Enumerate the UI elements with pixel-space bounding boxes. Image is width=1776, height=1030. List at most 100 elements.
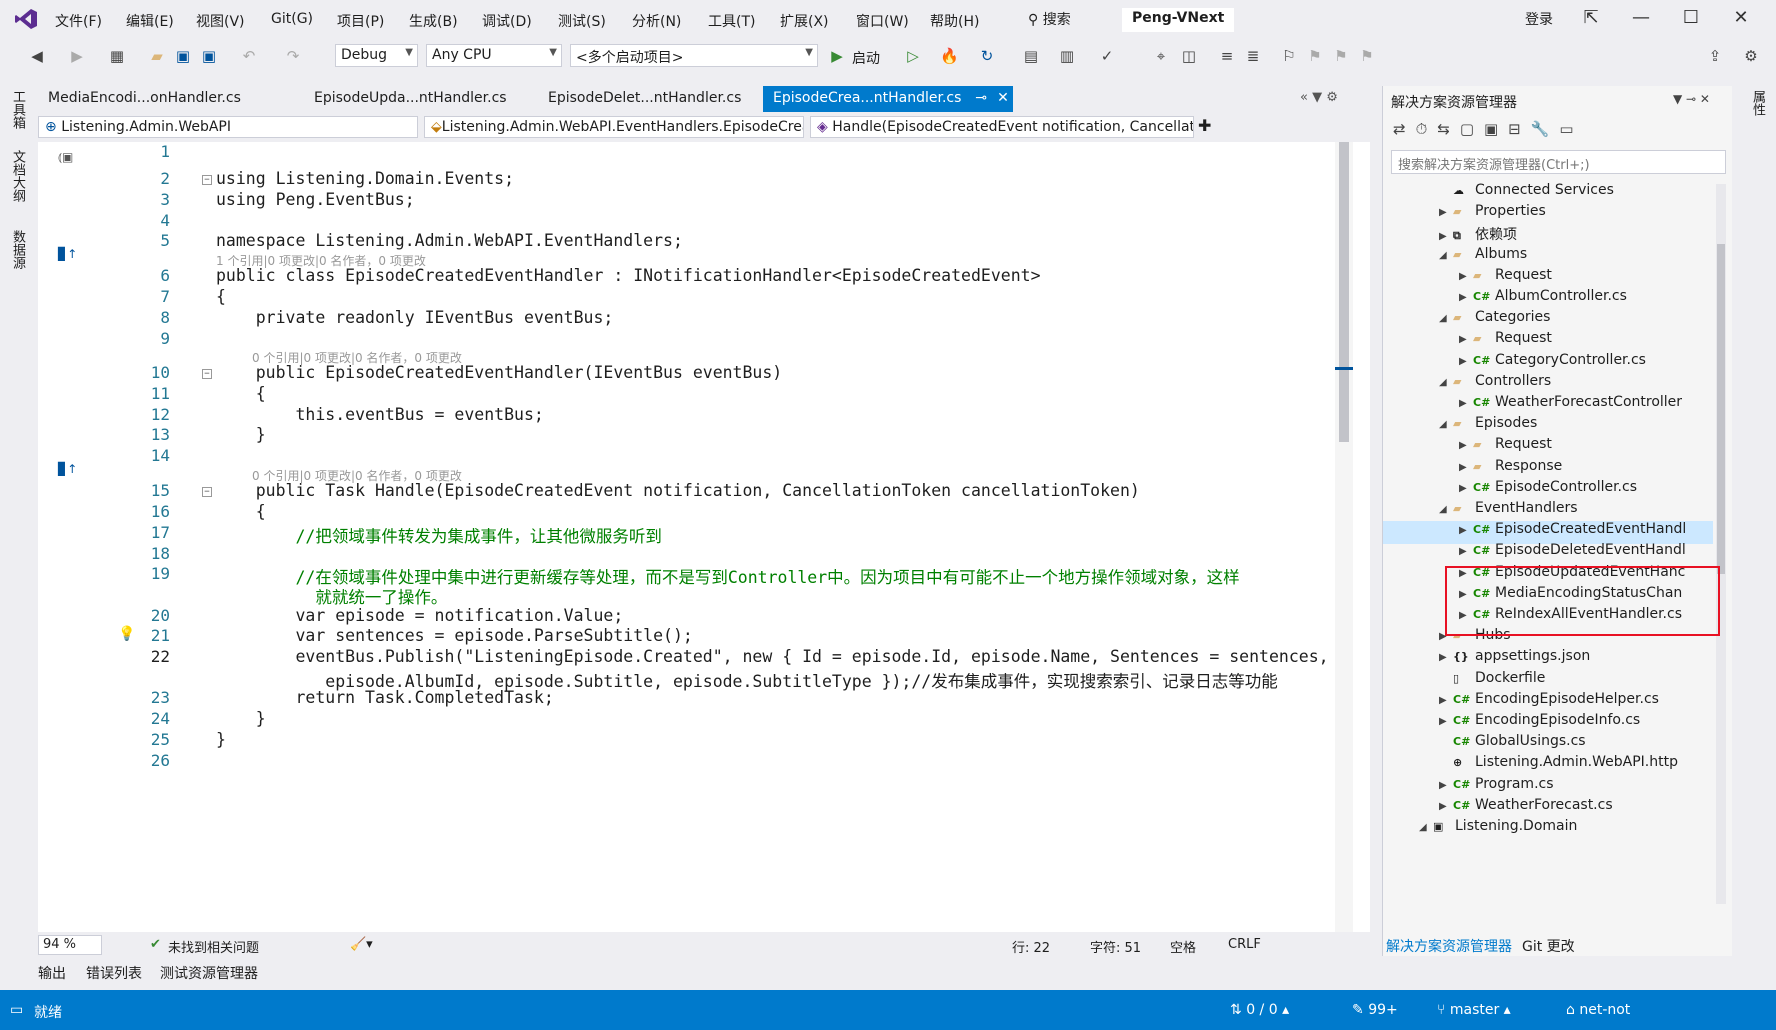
expand-icon[interactable]: ▶ xyxy=(1439,801,1453,812)
zoom-select[interactable]: 94 % xyxy=(38,935,102,955)
expand-icon[interactable]: ▶ xyxy=(1459,525,1473,536)
edits-status[interactable]: ✎ 99+ xyxy=(1352,1002,1398,1018)
menu-item[interactable]: 视图(V) xyxy=(196,11,245,31)
tree-item[interactable]: ▶ C# AlbumController.cs xyxy=(1459,288,1627,311)
expand-icon[interactable]: ▶ xyxy=(1459,356,1473,367)
panel-controls-icon[interactable]: ▼ ⊸ ✕ xyxy=(1673,92,1710,106)
expand-icon[interactable]: ▶ xyxy=(1439,780,1453,791)
cursor-icon[interactable]: ⌖ xyxy=(1152,47,1170,65)
expand-icon[interactable]: ▶ xyxy=(1459,292,1473,303)
tree-item[interactable]: ▶ C# EpisodeDeletedEventHandl xyxy=(1459,542,1686,565)
platform-select[interactable]: Any CPU ▼ xyxy=(426,44,562,67)
column-indicator[interactable]: 字符: 51 xyxy=(1090,937,1141,956)
close-button[interactable]: ✕ xyxy=(1726,7,1756,31)
prev-bookmark-icon[interactable]: ⚑ xyxy=(1306,47,1324,65)
share-icon[interactable]: ⇱ xyxy=(1576,7,1606,31)
expand-icon[interactable]: ▶ xyxy=(1459,546,1473,557)
tab-test-explorer[interactable]: 测试资源管理器 xyxy=(160,963,258,983)
menu-item[interactable]: 生成(B) xyxy=(409,11,458,31)
search-button[interactable]: ⚲ 搜索 xyxy=(1028,9,1071,29)
menu-item[interactable]: 调试(D) xyxy=(482,11,532,31)
forward-icon[interactable]: ▶ xyxy=(68,47,86,65)
tree-item[interactable]: ☁ Connected Services xyxy=(1439,182,1614,205)
maximize-button[interactable]: ☐ xyxy=(1676,7,1706,31)
tab-git-changes[interactable]: Git 更改 xyxy=(1522,936,1575,956)
start-icon[interactable]: ▶ xyxy=(828,47,846,65)
expand-icon[interactable]: ▶ xyxy=(1439,207,1453,218)
expand-icon[interactable]: ▶ xyxy=(1459,462,1473,473)
type-select[interactable]: ⬙Listening.Admin.WebAPI.EventHandlers.Ep… xyxy=(424,116,804,138)
tab-solution-explorer[interactable]: 解决方案资源管理器 xyxy=(1386,936,1512,956)
open-folder-icon[interactable]: ▰ xyxy=(148,47,166,65)
editor-scrollbar[interactable] xyxy=(1335,142,1353,932)
tree-item[interactable]: ▶ ▰ Request xyxy=(1459,330,1552,353)
menu-item[interactable]: 帮助(H) xyxy=(930,11,979,31)
tree-scroll-thumb[interactable] xyxy=(1717,244,1725,574)
repo-status[interactable]: ⌂ net-not xyxy=(1566,1002,1630,1018)
expand-icon[interactable]: ▶ xyxy=(1459,334,1473,345)
scroll-thumb[interactable] xyxy=(1339,142,1349,442)
tree-item[interactable]: ◢ ▰ Categories xyxy=(1439,309,1550,332)
toolbox-tab[interactable]: 工具箱 xyxy=(8,90,27,129)
cleanup-icon[interactable]: 🧹▾ xyxy=(350,937,373,952)
tab-episodeupdated[interactable]: EpisodeUpda...ntHandler.cs xyxy=(304,86,517,112)
tree-item[interactable]: ⊕ Listening.Admin.WebAPI.http xyxy=(1439,754,1678,777)
comment-icon[interactable]: ≡ xyxy=(1218,47,1236,65)
expand-icon[interactable]: ◢ xyxy=(1439,504,1453,515)
feedback-icon[interactable]: ⇪ xyxy=(1706,47,1724,65)
tree-item[interactable]: ▶ C# EncodingEpisodeInfo.cs xyxy=(1439,712,1640,735)
fold-toggle[interactable]: − xyxy=(202,487,212,497)
tree-item[interactable]: ▶ C# EpisodeCreatedEventHandl xyxy=(1383,521,1713,545)
clear-bookmark-icon[interactable]: ⚑ xyxy=(1358,47,1376,65)
new-project-icon[interactable]: ▦ xyxy=(108,47,126,65)
expand-icon[interactable]: ▶ xyxy=(1459,271,1473,282)
tree-item[interactable]: ▶ C# EncodingEpisodeHelper.cs xyxy=(1439,691,1659,714)
tree-item[interactable]: ◢ ▰ Controllers xyxy=(1439,373,1551,396)
menu-item[interactable]: 分析(N) xyxy=(632,11,681,31)
tree-item[interactable]: ◢ ▰ Albums xyxy=(1439,246,1527,269)
layout-icon[interactable]: ▥ xyxy=(1058,47,1076,65)
git-changes-status[interactable]: ⇅ 0 / 0 ▴ xyxy=(1230,1002,1289,1018)
expand-icon[interactable]: ◢ xyxy=(1439,250,1453,261)
line-indicator[interactable]: 行: 22 xyxy=(1012,937,1050,956)
tree-item[interactable]: ▶ C# WeatherForecastController xyxy=(1459,394,1682,417)
close-tab-icon[interactable]: ✕ xyxy=(997,90,1009,106)
tab-episodecreated[interactable]: EpisodeCrea...ntHandler.cs ⊸ ✕ xyxy=(763,86,1013,112)
settings-icon[interactable]: ⚙ xyxy=(1742,47,1760,65)
tree-item[interactable]: ▶ C# CategoryController.cs xyxy=(1459,352,1646,375)
tree-item[interactable]: ▶ ▰ Request xyxy=(1459,436,1552,459)
member-select[interactable]: ◈ Handle(EpisodeCreatedEvent notificatio… xyxy=(810,116,1194,138)
tree-item[interactable]: ▶ ▰ Properties xyxy=(1439,203,1546,226)
hot-reload-icon[interactable]: 🔥 xyxy=(940,47,959,65)
whitespace-indicator[interactable]: 空格 xyxy=(1170,937,1196,956)
start-button[interactable]: 启动 xyxy=(852,48,880,68)
expand-icon[interactable]: ▶ xyxy=(1439,695,1453,706)
expand-icon[interactable]: ▶ xyxy=(1439,716,1453,727)
solution-toolbar[interactable]: ⇄⏱⇆▢▣⊟🔧▭ xyxy=(1393,120,1584,138)
project-select[interactable]: ⊕ Listening.Admin.WebAPI xyxy=(38,116,418,138)
login-button[interactable]: 登录 xyxy=(1525,9,1553,29)
tab-episodedeleted[interactable]: EpisodeDelet...ntHandler.cs xyxy=(538,86,751,112)
expand-icon[interactable]: ◢ xyxy=(1439,419,1453,430)
tree-item[interactable]: ▶ C# WeatherForecast.cs xyxy=(1439,797,1613,820)
expand-icon[interactable]: ◢ xyxy=(1439,377,1453,388)
tab-mediaencoding[interactable]: MediaEncodi...onHandler.cs xyxy=(38,86,251,112)
tree-item[interactable]: ▶ ⧉ 依赖项 xyxy=(1439,224,1517,247)
split-icon[interactable]: ◫ xyxy=(1180,47,1198,65)
menu-item[interactable]: 扩展(X) xyxy=(780,11,829,31)
properties-tab[interactable]: 属性 xyxy=(1748,90,1767,116)
tab-output[interactable]: 输出 xyxy=(38,963,66,983)
fold-toggle[interactable]: − xyxy=(202,175,212,185)
tree-item[interactable]: C# GlobalUsings.cs xyxy=(1439,733,1586,756)
expand-icon[interactable]: ▶ xyxy=(1439,231,1453,242)
menu-item[interactable]: 工具(T) xyxy=(708,11,755,31)
split-editor-icon[interactable]: ✚ xyxy=(1198,116,1211,135)
back-icon[interactable]: ◀ xyxy=(28,47,46,65)
solution-search-input[interactable]: 搜索解决方案资源管理器(Ctrl+;) xyxy=(1391,150,1726,174)
output-icon[interactable]: ▭ xyxy=(10,1002,23,1018)
undo-icon[interactable]: ↶ xyxy=(240,47,258,65)
tab-error-list[interactable]: 错误列表 xyxy=(86,963,142,983)
tree-item[interactable]: ◢ ▰ Episodes xyxy=(1439,415,1537,438)
startup-select[interactable]: <多个启动项目> ▼ xyxy=(570,44,818,67)
start-without-debug-icon[interactable]: ▷ xyxy=(904,47,922,65)
